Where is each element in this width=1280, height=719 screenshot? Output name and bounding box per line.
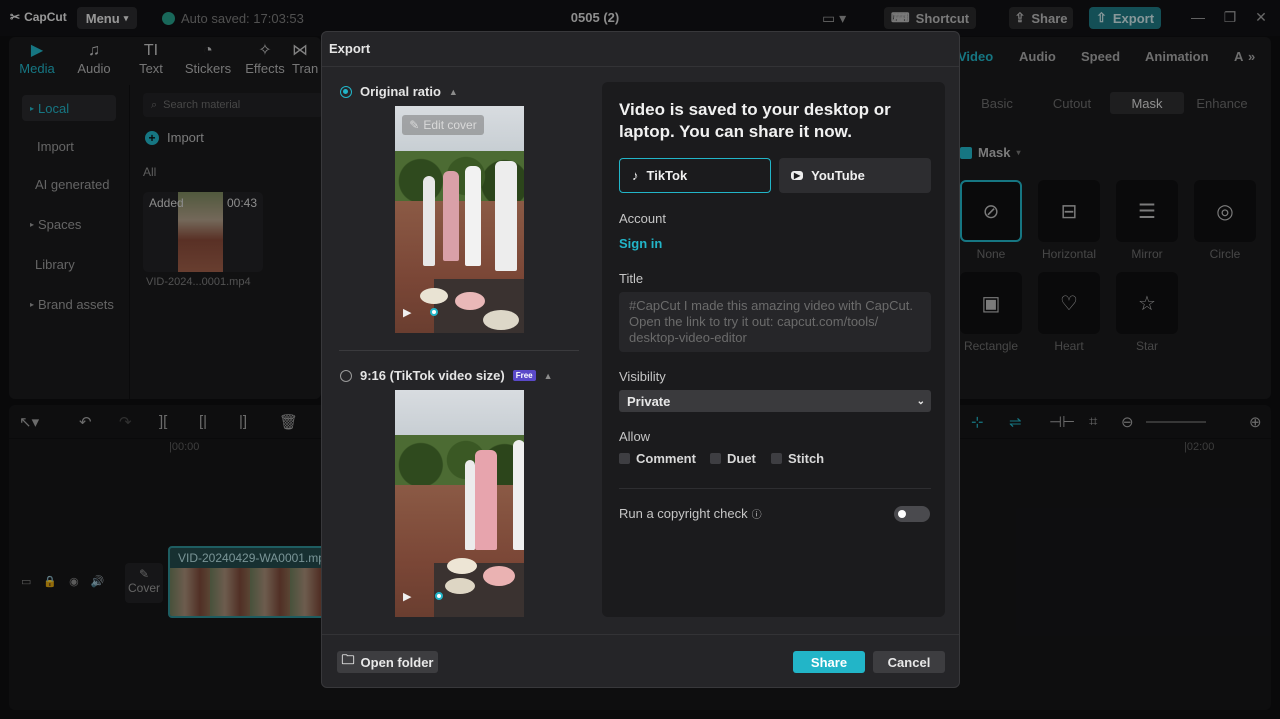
open-folder-button[interactable]: 🗀 Open folder [337, 651, 438, 673]
tiktok-icon: ♪ [632, 168, 639, 183]
play-icon[interactable]: ▶ [403, 590, 411, 603]
allow-label: Allow [619, 429, 651, 444]
title-label: Title [619, 271, 644, 286]
account-label: Account [619, 211, 666, 226]
share-panel: Video is saved to your desktop or laptop… [602, 82, 945, 617]
visibility-select[interactable]: Private ⌄ [619, 390, 931, 412]
scrub-handle[interactable] [430, 308, 438, 316]
tiktok-button[interactable]: ♪ TikTok [619, 158, 771, 193]
allow-stitch-checkbox[interactable]: Stitch [771, 451, 824, 466]
dialog-title: Export [329, 41, 371, 56]
title-input[interactable]: #CapCut I made this amazing video with C… [619, 292, 931, 352]
folder-icon: 🗀 [341, 652, 355, 667]
divider [339, 350, 579, 351]
sign-in-link[interactable]: Sign in [619, 236, 662, 251]
copyright-toggle[interactable] [894, 506, 930, 522]
divider [619, 488, 931, 489]
ratio-916-option[interactable]: 9:16 (TikTok video size) Free ▲ [340, 368, 553, 383]
youtube-icon: ▶ [791, 171, 804, 180]
export-dialog: Export Original ratio ▲ ▶ ✎ Edit cover 9:1… [321, 31, 960, 688]
visibility-label: Visibility [619, 369, 666, 384]
caret-up-icon: ▲ [448, 86, 458, 97]
cancel-button[interactable]: Cancel [873, 651, 945, 673]
divider [322, 66, 959, 67]
checkbox-icon [771, 453, 782, 464]
radio-selected-icon [340, 85, 352, 98]
share-button[interactable]: Share [793, 651, 865, 673]
divider [322, 634, 959, 635]
caret-up-icon: ▲ [543, 370, 553, 381]
ratio-original-option[interactable]: Original ratio ▲ [340, 84, 458, 99]
allow-duet-checkbox[interactable]: Duet [710, 451, 756, 466]
checkbox-icon [710, 453, 721, 464]
share-headline: Video is saved to your desktop or laptop… [619, 100, 891, 141]
youtube-button[interactable]: ▶ YouTube [779, 158, 931, 193]
chevron-down-icon: ⌄ [916, 395, 925, 407]
edit-icon: ✎ [409, 118, 420, 132]
checkbox-icon [619, 453, 630, 464]
scrub-handle[interactable] [435, 592, 443, 600]
allow-comment-checkbox[interactable]: Comment [619, 451, 696, 466]
original-ratio-preview: ▶ [395, 106, 524, 333]
help-icon[interactable]: ⓘ [752, 506, 762, 521]
edit-cover-button[interactable]: ✎ Edit cover [402, 115, 484, 135]
copyright-check-label: Run a copyright check ⓘ [619, 506, 762, 521]
tiktok-ratio-preview: ▶ [395, 390, 524, 617]
free-badge: Free [512, 370, 536, 381]
radio-unselected-icon [340, 369, 352, 382]
play-icon[interactable]: ▶ [403, 306, 411, 319]
